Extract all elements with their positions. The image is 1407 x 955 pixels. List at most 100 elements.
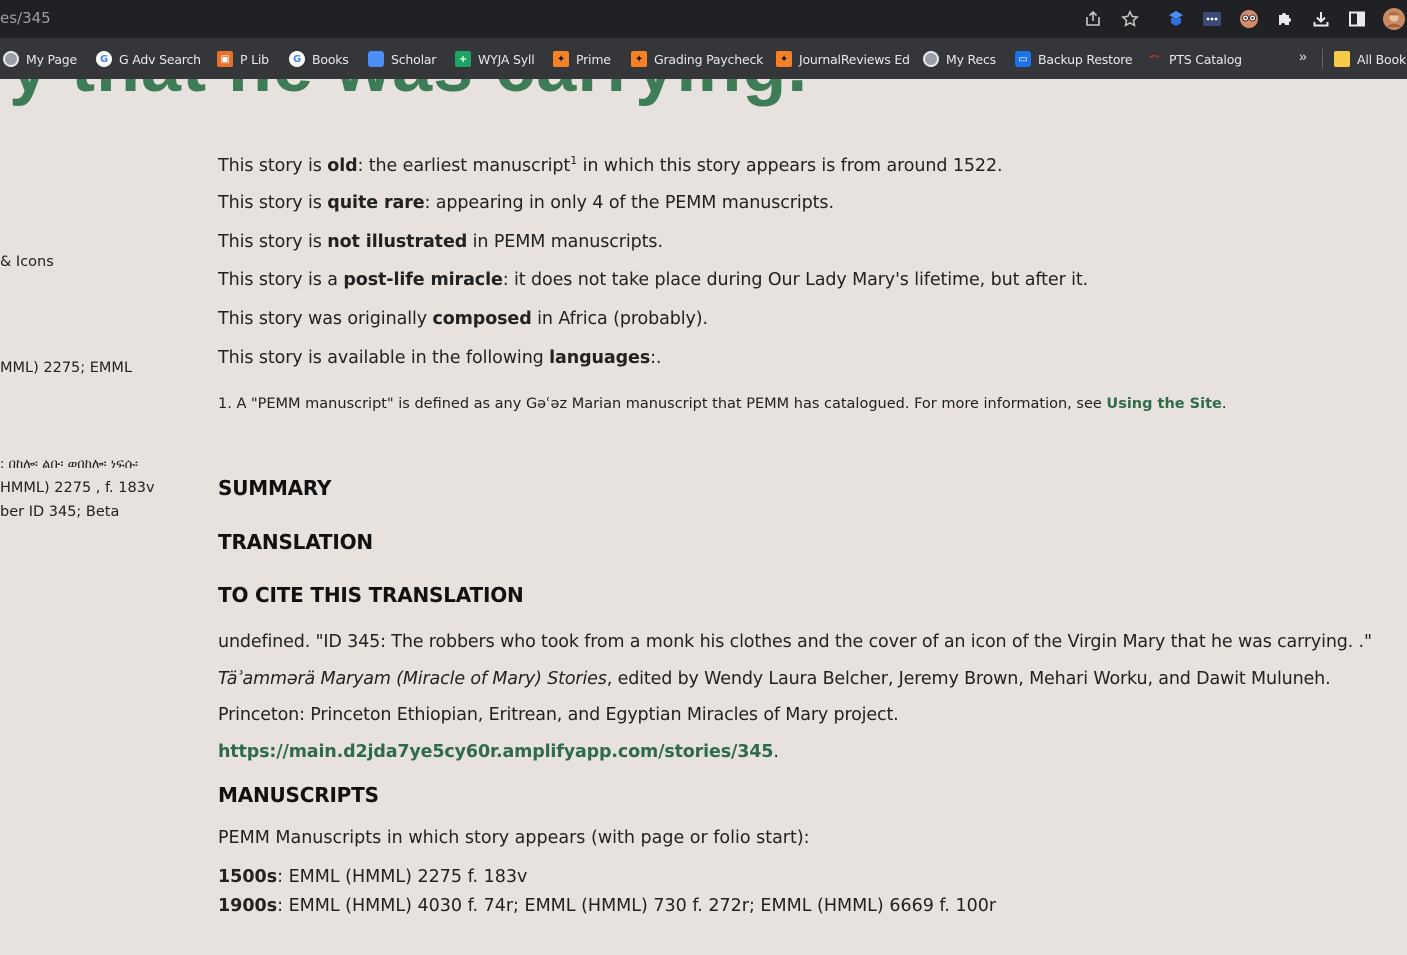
- bookmark-journalreviews-ed[interactable]: ✦ JournalReviews Ed: [776, 50, 910, 68]
- bookmark-label: Scholar: [391, 51, 437, 67]
- footnote-end: .: [1221, 396, 1227, 412]
- bookmark-scholar[interactable]: Scholar: [368, 50, 436, 68]
- bookmark-label: My Page: [26, 51, 78, 67]
- manuscript-list: : EMML (HMML) 4030 f. 74r; EMML (HMML) 7…: [277, 896, 997, 916]
- fact-keyword: composed: [432, 309, 532, 329]
- manuscript-row: 1900s: EMML (HMML) 4030 f. 74r; EMML (HM…: [218, 896, 996, 916]
- globe-icon: [923, 51, 939, 67]
- bookmark-label: P Lib: [240, 51, 269, 67]
- share-icon[interactable]: [1082, 8, 1104, 30]
- bookmark-label: WYJA Syll: [478, 51, 535, 67]
- manuscripts-intro: PEMM Manuscripts in which story appears …: [218, 828, 810, 848]
- citation-end: .: [773, 741, 779, 762]
- manuscript-row: 1500s: EMML (HMML) 2275 f. 183v: [218, 867, 527, 887]
- bookmark-all-bookmarks[interactable]: All Book: [1334, 50, 1406, 68]
- puzzle-icon[interactable]: [1274, 8, 1296, 30]
- bookmark-label: Books: [312, 51, 349, 67]
- bookmark-label: JournalReviews Ed: [799, 51, 910, 67]
- google-icon: G: [96, 51, 112, 67]
- fact-text: This story was originally: [218, 309, 433, 329]
- bookmark-label: Prime: [576, 51, 611, 67]
- fact-text: This story is: [218, 156, 328, 176]
- bookmark-label: Grading Paycheck: [654, 51, 764, 67]
- bookmark-books[interactable]: G Books: [289, 50, 349, 68]
- download-icon[interactable]: [1310, 8, 1332, 30]
- extension-dots-icon[interactable]: [1201, 8, 1223, 30]
- summary-heading[interactable]: SUMMARY: [218, 476, 332, 500]
- fact-text: in PEMM manuscripts.: [467, 232, 663, 252]
- bookmark-prime[interactable]: ✦ Prime: [553, 50, 611, 68]
- fact-keyword: languages: [549, 348, 651, 368]
- manuscripts-heading: MANUSCRIPTS: [218, 783, 379, 807]
- fact-keyword: quite rare: [327, 193, 425, 213]
- bookmark-backup-restore[interactable]: ▭ Backup Restore: [1015, 50, 1133, 68]
- sidebar-text: : በከሎ፡ ልቡ፡ ወበከሎ፡ ነፍሱ፡: [0, 457, 139, 472]
- manuscript-list: : EMML (HMML) 2275 f. 183v: [277, 867, 528, 887]
- library-icon: ▣: [217, 51, 233, 67]
- translation-heading[interactable]: TRANSLATION: [218, 530, 373, 554]
- fact-illustration: This story is not illustrated in PEMM ma…: [218, 232, 663, 252]
- scholar-icon: [368, 51, 384, 67]
- fact-text: This story is: [218, 193, 328, 213]
- fact-text: This story is a: [218, 270, 344, 290]
- folder-icon: [1334, 51, 1350, 67]
- star-icon[interactable]: [1119, 8, 1141, 30]
- fact-text: in Africa (probably).: [531, 309, 708, 329]
- century-label: 1900s: [218, 896, 278, 916]
- sidebar-text: HMML) 2275 , f. 183v: [0, 480, 155, 496]
- princeton-icon: ✦: [553, 51, 569, 67]
- fact-text: :.: [650, 348, 662, 368]
- sheets-icon: +: [455, 51, 471, 67]
- century-label: 1500s: [218, 867, 278, 887]
- fact-origin: This story was originally composed in Af…: [218, 309, 708, 329]
- sidebar-text: MML) 2275; EMML: [0, 360, 133, 376]
- citation-url-link[interactable]: https://main.d2jda7ye5cy60r.amplifyapp.c…: [218, 742, 773, 762]
- browser-toolbar: es/345: [0, 0, 1407, 38]
- bookmarks-bar: My Page G G Adv Search ▣ P Lib G Books S…: [0, 38, 1407, 79]
- backup-icon: ▭: [1015, 51, 1031, 67]
- using-the-site-link[interactable]: Using the Site: [1106, 396, 1221, 412]
- extension-blue-icon[interactable]: [1165, 8, 1187, 30]
- sidebar-icon[interactable]: [1346, 8, 1368, 30]
- fact-text: This story is: [218, 232, 328, 252]
- bookmark-label: All Book: [1357, 51, 1406, 67]
- footnote: 1. A "PEMM manuscript" is defined as any…: [218, 396, 1226, 412]
- bookmark-label: PTS Catalog: [1169, 51, 1242, 67]
- pts-icon: ⌒: [1149, 55, 1159, 67]
- google-icon: G: [289, 51, 305, 67]
- extension-face-icon[interactable]: [1238, 8, 1260, 30]
- bookmark-pts-catalog[interactable]: ⌒ PTS Catalog: [1146, 50, 1242, 68]
- fact-age: This story is old: the earliest manuscri…: [218, 154, 1003, 176]
- fact-text: in which this story appears is from arou…: [577, 156, 1003, 176]
- fact-text: : appearing in only 4 of the PEMM manusc…: [424, 193, 834, 213]
- cite-heading[interactable]: TO CITE THIS TRANSLATION: [218, 583, 524, 607]
- bookmark-label: G Adv Search: [119, 51, 201, 67]
- footnote-text: 1. A "PEMM manuscript" is defined as any…: [218, 396, 1107, 412]
- fact-languages: This story is available in the following…: [218, 348, 662, 368]
- address-bar[interactable]: es/345: [0, 9, 51, 27]
- citation-part: undefined. "ID 345: The robbers who took…: [218, 632, 1372, 652]
- sidebar-text: ber ID 345; Beta: [0, 504, 120, 520]
- bookmark-my-page[interactable]: My Page: [3, 50, 77, 68]
- fact-text: This story is available in the following: [218, 348, 550, 368]
- fact-timing: This story is a post-life miracle: it do…: [218, 270, 1088, 290]
- princeton-icon: ✦: [631, 51, 647, 67]
- fact-keyword: old: [327, 156, 358, 176]
- bookmark-label: Backup Restore: [1038, 51, 1133, 67]
- bookmark-my-recs[interactable]: My Recs: [923, 50, 996, 68]
- bookmark-grading-paycheck[interactable]: ✦ Grading Paycheck: [631, 50, 763, 68]
- bookmark-wyja-syll[interactable]: + WYJA Syll: [455, 50, 535, 68]
- sidebar-text: & Icons: [0, 254, 54, 270]
- princeton-icon: ✦: [776, 51, 792, 67]
- bookmark-g-adv-search[interactable]: G G Adv Search: [96, 50, 201, 68]
- fact-text: : the earliest manuscript: [357, 156, 571, 176]
- citation-book-title: Täʾammərä Maryam (Miracle of Mary) Stori…: [218, 668, 607, 689]
- bookmarks-overflow-button[interactable]: »: [1299, 48, 1307, 64]
- fact-rarity: This story is quite rare: appearing in o…: [218, 193, 834, 213]
- bookmarks-divider: [1322, 49, 1323, 69]
- globe-icon: [3, 51, 19, 67]
- bookmark-p-lib[interactable]: ▣ P Lib: [217, 50, 269, 68]
- citation-text: undefined. "ID 345: The robbers who took…: [218, 624, 1398, 770]
- profile-avatar[interactable]: [1383, 8, 1405, 30]
- bookmark-label: My Recs: [946, 51, 996, 67]
